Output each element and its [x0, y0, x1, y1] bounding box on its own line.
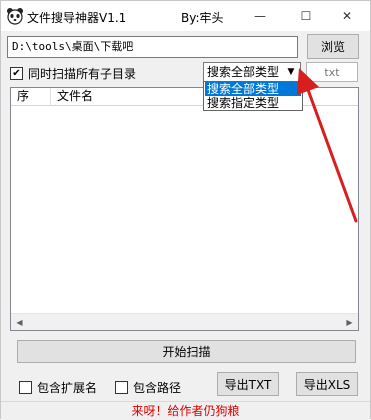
file-list[interactable]: 序 文件名 ◀ ▶ [10, 87, 359, 331]
app-window: 文件搜导神器V1.1 By:牢头 — ☐ ✕ D:\tools\桌面\下载吧 浏… [0, 0, 371, 419]
extension-input[interactable]: txt [306, 62, 358, 82]
scroll-right-icon[interactable]: ▶ [341, 314, 358, 330]
maximize-button[interactable]: ☐ [283, 1, 329, 31]
include-path-checkbox[interactable] [115, 381, 128, 394]
type-select[interactable]: 搜索全部类型 ▼ [203, 62, 301, 82]
subdir-checkbox[interactable]: ✔ [10, 67, 23, 80]
bear-face-icon [6, 7, 24, 25]
minimize-button[interactable]: — [237, 1, 283, 31]
window-author: By:牢头 [181, 11, 224, 25]
subdir-option[interactable]: ✔ 同时扫描所有子目录 [10, 65, 136, 82]
list-header: 序 文件名 [11, 88, 358, 106]
type-select-value: 搜索全部类型 [207, 65, 280, 79]
dropdown-option-specific-type[interactable]: 搜索指定类型 [205, 96, 301, 110]
export-xls-button[interactable]: 导出XLS [296, 372, 358, 396]
browse-button[interactable]: 浏览 [307, 34, 359, 59]
subdir-label: 同时扫描所有子目录 [28, 67, 137, 81]
scroll-left-icon[interactable]: ◀ [11, 314, 28, 330]
export-txt-button[interactable]: 导出TXT [217, 372, 279, 396]
status-bar: 来呀！给作者仍狗粮 [1, 401, 370, 419]
column-header-index[interactable]: 序 [11, 88, 51, 106]
include-extension-option[interactable]: 包含扩展名 [19, 379, 97, 396]
chevron-down-icon[interactable]: ▼ [284, 65, 298, 79]
start-scan-button[interactable]: 开始扫描 [17, 340, 356, 363]
column-header-filename[interactable]: 文件名 [51, 88, 211, 106]
title-bar[interactable]: 文件搜导神器V1.1 By:牢头 — ☐ ✕ [1, 1, 370, 31]
horizontal-scrollbar[interactable]: ◀ ▶ [11, 313, 358, 330]
status-text: 来呀！给作者仍狗粮 [131, 404, 240, 418]
dropdown-option-all-types[interactable]: 搜索全部类型 [205, 82, 301, 96]
window-title: 文件搜导神器V1.1 [27, 11, 127, 25]
path-input[interactable]: D:\tools\桌面\下载吧 [7, 36, 298, 58]
include-path-option[interactable]: 包含路径 [115, 379, 181, 396]
include-path-label: 包含路径 [133, 381, 182, 395]
include-extension-label: 包含扩展名 [37, 381, 98, 395]
include-extension-checkbox[interactable] [19, 381, 32, 394]
type-dropdown-menu: 搜索全部类型 搜索指定类型 [203, 81, 303, 111]
close-button[interactable]: ✕ [324, 1, 370, 31]
